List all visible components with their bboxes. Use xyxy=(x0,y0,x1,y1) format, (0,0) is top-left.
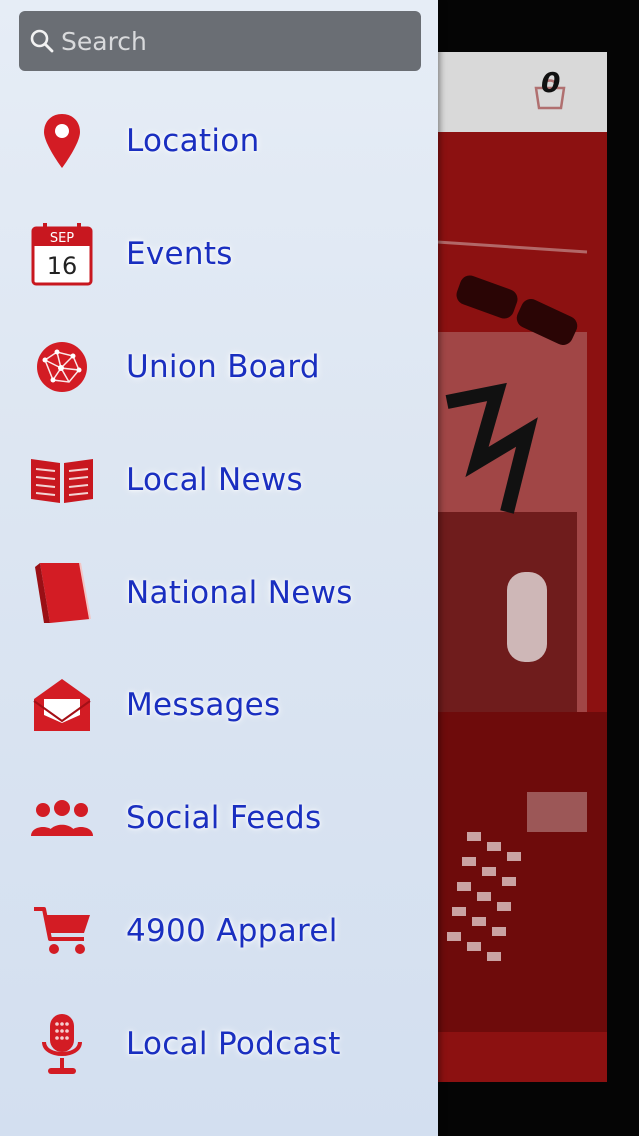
menu-item-label: Events xyxy=(126,236,233,273)
open-book-icon xyxy=(28,446,96,514)
calendar-icon: SEP 16 xyxy=(28,220,96,288)
menu-item-label: Location xyxy=(126,123,260,160)
microphone-icon xyxy=(28,1010,96,1078)
cart-count-badge: 0 xyxy=(541,66,561,99)
map-pin-icon xyxy=(28,107,96,175)
navigation-drawer: Location SEP 16 Events xyxy=(0,0,438,1136)
menu-item-label: Local News xyxy=(126,461,303,498)
menu-item-label: 4900 Apparel xyxy=(126,912,338,949)
search-input[interactable] xyxy=(61,26,401,56)
envelope-icon xyxy=(28,671,96,739)
menu-item-label: National News xyxy=(126,574,353,611)
search-bar[interactable] xyxy=(19,11,421,71)
main-app-background: 0 xyxy=(437,0,639,1136)
network-globe-icon xyxy=(28,333,96,401)
search-icon xyxy=(30,29,54,53)
poster-artwork xyxy=(437,132,607,1082)
calendar-month: SEP xyxy=(50,231,74,246)
menu-item-label: Union Board xyxy=(126,348,320,385)
menu-item-local-news[interactable]: Local News xyxy=(0,423,438,536)
closed-book-icon xyxy=(28,559,96,627)
menu-item-events[interactable]: SEP 16 Events xyxy=(0,198,438,311)
menu-item-local-podcast[interactable]: Local Podcast xyxy=(0,987,438,1100)
menu-item-label: Messages xyxy=(126,687,281,724)
menu-item-label: Social Feeds xyxy=(126,800,322,837)
menu-item-label: Local Podcast xyxy=(126,1025,341,1062)
app-header-bar: 0 xyxy=(437,52,607,132)
shopping-cart-icon xyxy=(28,897,96,965)
people-group-icon xyxy=(28,784,96,852)
menu-item-social-feeds[interactable]: Social Feeds xyxy=(0,762,438,875)
menu-item-apparel[interactable]: 4900 Apparel xyxy=(0,875,438,988)
menu-item-national-news[interactable]: National News xyxy=(0,536,438,649)
poster-image xyxy=(437,132,607,1082)
drawer-menu: Location SEP 16 Events Union Board Local… xyxy=(0,85,438,1100)
menu-item-union-board[interactable]: Union Board xyxy=(0,311,438,424)
menu-item-messages[interactable]: Messages xyxy=(0,649,438,762)
calendar-day: 16 xyxy=(47,252,78,280)
menu-item-location[interactable]: Location xyxy=(0,85,438,198)
